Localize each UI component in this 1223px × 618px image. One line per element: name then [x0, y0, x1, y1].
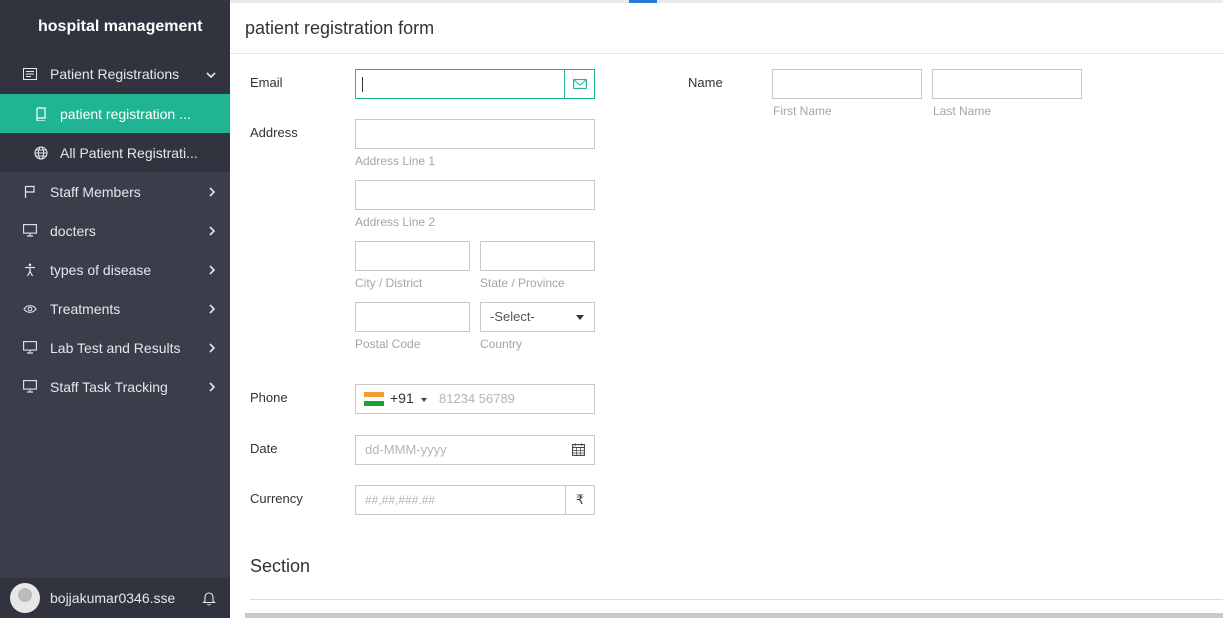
text-cursor: [362, 77, 363, 92]
sidebar-item-label: Staff Task Tracking: [50, 378, 168, 395]
address-line2-field[interactable]: [355, 180, 595, 210]
email-field[interactable]: [355, 69, 595, 99]
phone-placeholder: 81234 56789: [439, 391, 515, 406]
flag-icon: [22, 184, 38, 200]
page-title: patient registration form: [230, 3, 1223, 54]
email-icon: [564, 70, 594, 98]
country-hint: Country: [480, 337, 523, 351]
phone-label: Phone: [250, 390, 288, 405]
chevron-right-icon: [209, 262, 216, 278]
address-line1-hint: Address Line 1: [355, 154, 436, 168]
section-title: Section: [250, 556, 311, 576]
email-label: Email: [250, 75, 283, 90]
currency-field[interactable]: ##,##,###.## ₹: [355, 485, 595, 515]
sidebar-item-label: All Patient Registrati...: [60, 144, 198, 161]
country-select[interactable]: -Select-: [480, 302, 595, 332]
sidebar-item-label: Lab Test and Results: [50, 339, 181, 356]
app-title: hospital management: [0, 0, 230, 54]
section-divider: [250, 599, 1223, 600]
currency-label: Currency: [250, 491, 303, 506]
sidebar: hospital management Patient Registration…: [0, 0, 230, 618]
avatar[interactable]: [10, 583, 40, 613]
sidebar-item-label: Patient Registrations: [50, 66, 180, 82]
sidebar-item-label: Staff Members: [50, 183, 141, 200]
sidebar-item-staff-task-tracking[interactable]: Staff Task Tracking: [0, 367, 230, 406]
first-name-hint: First Name: [773, 104, 832, 118]
chevron-right-icon: [209, 301, 216, 317]
sidebar-item-label: patient registration ...: [60, 105, 191, 122]
address-line1-field[interactable]: [355, 119, 595, 149]
date-label: Date: [250, 441, 278, 456]
globe-icon: [33, 145, 49, 161]
india-flag-icon[interactable]: [364, 392, 384, 406]
name-label: Name: [688, 75, 723, 90]
book-icon: [33, 106, 49, 122]
sidebar-item-treatments[interactable]: Treatments: [0, 289, 230, 328]
sidebar-item-types-of-disease[interactable]: types of disease: [0, 250, 230, 289]
rupee-icon: ₹: [565, 486, 594, 514]
sidebar-item-label: docters: [50, 222, 96, 239]
accessibility-icon: [22, 262, 38, 278]
monitor-icon: [22, 379, 38, 395]
form-icon: [22, 66, 38, 82]
sidebar-item-patient-registration-form[interactable]: patient registration ...: [0, 94, 230, 133]
bell-icon[interactable]: [202, 590, 216, 609]
eye-icon: [22, 301, 38, 317]
postal-code-hint: Postal Code: [355, 337, 421, 351]
username[interactable]: bojjakumar0346.sse: [50, 590, 175, 606]
chevron-right-icon: [209, 340, 216, 356]
chevron-right-icon: [209, 223, 216, 239]
city-field[interactable]: [355, 241, 470, 271]
chevron-right-icon: [209, 184, 216, 200]
sidebar-item-all-patient-registrations[interactable]: All Patient Registrati...: [0, 133, 230, 172]
sidebar-item-label: types of disease: [50, 261, 152, 278]
first-name-field[interactable]: [772, 69, 922, 99]
sidebar-item-lab-test-and-results[interactable]: Lab Test and Results: [0, 328, 230, 367]
sidebar-item-patient-registrations[interactable]: Patient Registrations: [0, 54, 230, 94]
monitor-icon: [22, 223, 38, 239]
city-hint: City / District: [355, 276, 423, 290]
horizontal-scrollbar[interactable]: [245, 613, 1223, 618]
currency-placeholder: ##,##,###.##: [365, 493, 436, 507]
last-name-hint: Last Name: [933, 104, 992, 118]
address-line2-hint: Address Line 2: [355, 215, 436, 229]
dial-code[interactable]: +91: [390, 390, 414, 406]
sidebar-item-staff-members[interactable]: Staff Members: [0, 172, 230, 211]
phone-field[interactable]: +91 81234 56789: [355, 384, 595, 414]
chevron-right-icon: [209, 379, 216, 395]
state-hint: State / Province: [480, 276, 565, 290]
state-field[interactable]: [480, 241, 595, 271]
sidebar-item-label: Treatments: [50, 300, 121, 317]
chevron-down-icon: [206, 66, 216, 82]
calendar-icon[interactable]: [572, 443, 585, 461]
country-select-value: -Select-: [490, 309, 535, 324]
monitor-icon: [22, 340, 38, 356]
postal-code-field[interactable]: [355, 302, 470, 332]
sidebar-item-docters[interactable]: docters: [0, 211, 230, 250]
dropdown-arrow-icon[interactable]: [421, 398, 427, 402]
date-field[interactable]: dd-MMM-yyyy: [355, 435, 595, 465]
user-footer: bojjakumar0346.sse: [0, 578, 230, 618]
date-placeholder: dd-MMM-yyyy: [365, 442, 447, 457]
last-name-field[interactable]: [932, 69, 1082, 99]
address-label: Address: [250, 125, 298, 140]
dropdown-arrow-icon: [576, 315, 584, 320]
